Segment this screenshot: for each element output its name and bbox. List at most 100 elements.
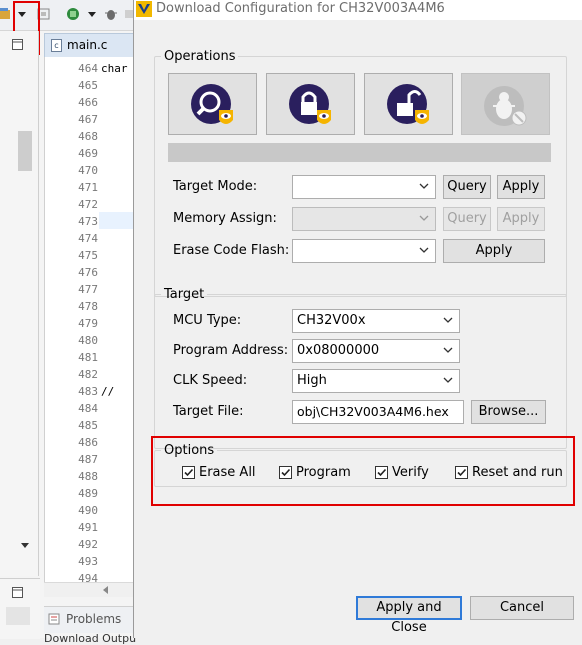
- line-number: 472: [78, 198, 98, 211]
- chip-icon[interactable]: [66, 7, 80, 21]
- chevron-down-icon: [419, 215, 429, 221]
- bottom-left-panel: [0, 578, 40, 639]
- line-number: 489: [78, 487, 98, 500]
- program-address-label: Program Address:: [173, 343, 289, 358]
- line-number: 471: [78, 181, 98, 194]
- left-scrollbar-thumb[interactable]: [18, 131, 32, 171]
- c-file-icon: c: [51, 39, 62, 52]
- line-number: 486: [78, 436, 98, 449]
- line-number: 483: [78, 385, 98, 398]
- problems-icon: [48, 613, 60, 625]
- options-highlight-box: [151, 436, 575, 506]
- tab-problems[interactable]: Problems: [44, 606, 136, 633]
- restore-icon[interactable]: [12, 587, 23, 598]
- chevron-down-icon: [419, 183, 429, 189]
- download-config-dialog: Download Configuration for CH32V003A4M6 …: [133, 0, 582, 638]
- line-number: 487: [78, 453, 98, 466]
- line-number: 467: [78, 113, 98, 126]
- memory-assign-label: Memory Assign:: [173, 211, 277, 226]
- line-number: 475: [78, 249, 98, 262]
- chip-dropdown-icon[interactable]: [87, 9, 97, 19]
- dialog-client: Operations Target Mode: Query Apply Memo…: [143, 20, 575, 635]
- operations-legend: Operations: [164, 49, 236, 64]
- chevron-down-icon: [443, 377, 453, 383]
- debug-bug-icon: [484, 86, 527, 126]
- scroll-left-icon[interactable]: [102, 585, 110, 595]
- line-number: 480: [78, 334, 98, 347]
- line-number: 473: [78, 215, 98, 228]
- target-mode-select[interactable]: [292, 175, 436, 199]
- dialog-titlebar[interactable]: Download Configuration for CH32V003A4M6: [134, 0, 582, 20]
- debug-icon[interactable]: [104, 7, 118, 21]
- clk-speed-select[interactable]: High: [292, 369, 460, 393]
- line-number: 478: [78, 300, 98, 313]
- debug-operation-button: [461, 73, 550, 135]
- line-number: 481: [78, 351, 98, 364]
- lock-operation-button[interactable]: [266, 73, 355, 135]
- view-stub[interactable]: [6, 607, 30, 625]
- cancel-button[interactable]: Cancel: [470, 596, 574, 620]
- line-number: 474: [78, 232, 98, 245]
- memory-query-button: Query: [443, 207, 491, 231]
- chevron-down-icon: [443, 317, 453, 323]
- scroll-down-icon[interactable]: [20, 541, 30, 549]
- line-number: 492: [78, 538, 98, 551]
- output-messages-label: Download Output Messages: [44, 632, 136, 645]
- build-icon[interactable]: [0, 7, 12, 21]
- erase-flash-apply-button[interactable]: Apply: [443, 239, 545, 263]
- editor-hscrollbar[interactable]: [44, 582, 136, 597]
- memory-apply-button: Apply: [497, 207, 545, 231]
- target-mode-apply-button[interactable]: Apply: [497, 175, 545, 199]
- line-number: 470: [78, 164, 98, 177]
- line-number: 465: [78, 79, 98, 92]
- unlock-operation-button[interactable]: [364, 73, 453, 135]
- line-number: 485: [78, 419, 98, 432]
- program-address-select[interactable]: 0x08000000: [292, 339, 460, 363]
- line-number-gutter: 464 465 466 467 468 469 470 471 472 473 474 475 476 4…: [68, 60, 98, 587]
- line-number: 493: [78, 555, 98, 568]
- target-file-label: Target File:: [173, 404, 244, 419]
- line-number: 469: [78, 147, 98, 160]
- query-operation-button[interactable]: [168, 73, 257, 135]
- project-explorer-panel: [0, 31, 39, 576]
- unlock-icon: [387, 84, 429, 124]
- line-number: 479: [78, 317, 98, 330]
- clk-speed-label: CLK Speed:: [173, 373, 248, 388]
- line-number: 482: [78, 368, 98, 381]
- code-line: char: [101, 62, 128, 75]
- apply-and-close-button[interactable]: Apply and Close: [356, 596, 462, 635]
- browse-button[interactable]: Browse...: [471, 400, 546, 424]
- erase-flash-select[interactable]: [292, 239, 436, 263]
- code-line: //: [101, 385, 115, 398]
- line-number: 466: [78, 96, 98, 109]
- line-number: 468: [78, 130, 98, 143]
- code-text: char //: [101, 60, 135, 587]
- query-button[interactable]: Query: [443, 175, 491, 199]
- lock-icon: [289, 84, 331, 124]
- line-number: 476: [78, 266, 98, 279]
- line-number: 491: [78, 521, 98, 534]
- minimize-icon[interactable]: [12, 39, 23, 50]
- target-file-input[interactable]: obj\CH32V003A4M6.hex: [292, 400, 464, 424]
- tab-main-c[interactable]: c main.c: [44, 33, 136, 57]
- mcu-type-label: MCU Type:: [173, 313, 242, 328]
- mcu-type-select[interactable]: CH32V00x: [292, 309, 460, 333]
